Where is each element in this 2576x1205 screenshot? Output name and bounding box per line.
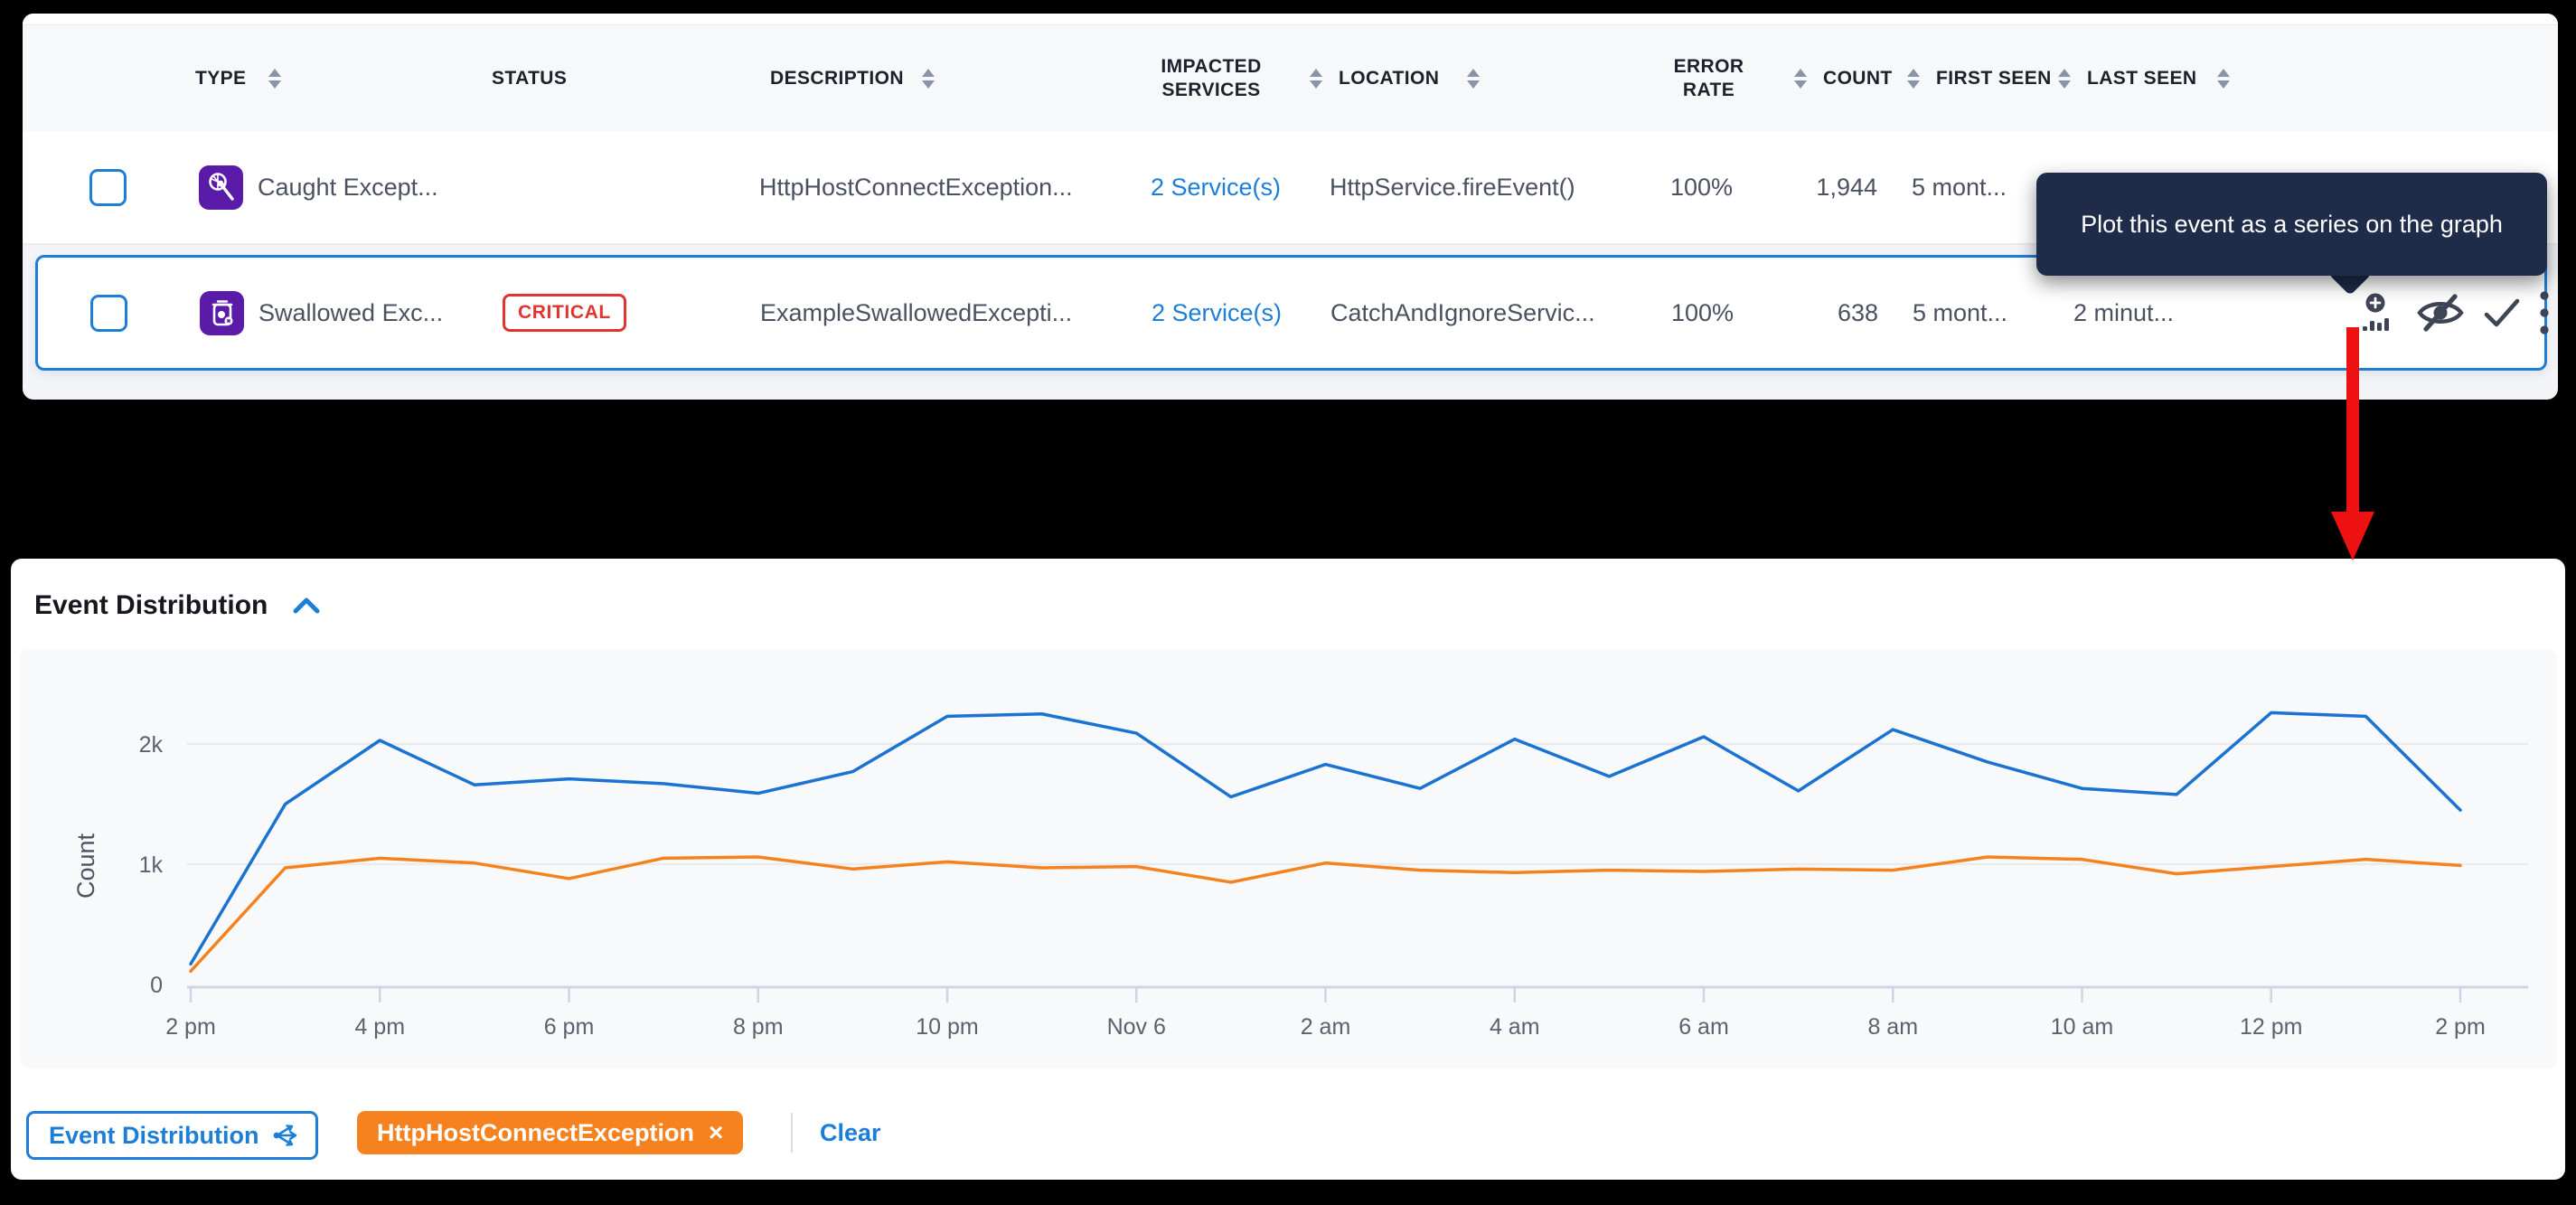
svg-text:2k: 2k (139, 732, 164, 758)
red-annotation-arrow (2346, 327, 2359, 513)
column-header-type[interactable]: TYPE (195, 25, 246, 132)
series-branch-icon (272, 1122, 299, 1149)
event-type-label: Swallowed Exc... (259, 258, 443, 368)
chart-title-row: Event Distribution (34, 584, 322, 627)
sort-icon[interactable] (268, 25, 281, 132)
column-header-location[interactable]: LOCATION (1339, 25, 1439, 132)
series-chip-event-distribution[interactable]: Event Distribution (26, 1111, 318, 1160)
count-value: 1,944 (1776, 131, 1877, 243)
svg-text:8 am: 8 am (1867, 1014, 1918, 1040)
svg-text:4 am: 4 am (1490, 1014, 1540, 1040)
column-header-status[interactable]: STATUS (492, 25, 567, 132)
event-description: ExampleSwallowedExcepti... (760, 258, 1072, 368)
svg-text:2 pm: 2 pm (2435, 1014, 2486, 1040)
event-type-label: Caught Except... (258, 131, 438, 243)
svg-text:2 pm: 2 pm (165, 1014, 216, 1040)
red-annotation-arrow-head (2331, 512, 2374, 560)
svg-text:10 pm: 10 pm (916, 1014, 978, 1040)
panel-top-strip (23, 14, 2558, 24)
chart-plot-area: 2 pm 4 pm 6 pm 8 pm 10 pm Nov 6 2 am 4 am 6 am 8 … (20, 649, 2557, 1068)
sort-icon[interactable] (922, 25, 935, 132)
column-header-count[interactable]: COUNT (1823, 25, 1893, 132)
svg-text:Count: Count (72, 833, 99, 899)
svg-text:Nov 6: Nov 6 (1107, 1014, 1166, 1040)
caught-exception-icon (199, 131, 243, 243)
collapse-chevron-up-icon[interactable] (291, 595, 322, 617)
filter-chip-label: HttpHostConnectException (377, 1119, 694, 1147)
row-checkbox[interactable] (90, 258, 127, 368)
sort-icon[interactable] (1907, 25, 1920, 132)
event-description: HttpHostConnectException... (759, 131, 1073, 243)
error-rate-value: 100% (1641, 258, 1763, 368)
impacted-services-link[interactable]: 2 Service(s) (1151, 131, 1281, 243)
svg-text:6 am: 6 am (1678, 1014, 1729, 1040)
swallowed-exception-icon (200, 258, 244, 368)
svg-text:2 am: 2 am (1301, 1014, 1351, 1040)
critical-status-badge: CRITICAL (503, 258, 626, 368)
column-header-impacted-services[interactable]: IMPACTED SERVICES (1143, 25, 1279, 132)
table-header-row: TYPE STATUS DESCRIPTION IMPACTED SERVICE… (23, 24, 2558, 132)
plot-event-tooltip: Plot this event as a series on the graph (2036, 173, 2547, 276)
svg-text:12 pm: 12 pm (2240, 1014, 2302, 1040)
error-rate-value: 100% (1641, 131, 1763, 243)
event-distribution-chart: 2 pm 4 pm 6 pm 8 pm 10 pm Nov 6 2 am 4 am 6 am 8 … (20, 649, 2557, 1068)
divider (791, 1113, 793, 1153)
sort-icon[interactable] (1794, 25, 1807, 132)
first-seen-value: 5 mont... (1913, 258, 2007, 368)
sort-icon[interactable] (2217, 25, 2230, 132)
row-checkbox[interactable] (89, 131, 127, 243)
svg-text:6 pm: 6 pm (544, 1014, 595, 1040)
column-header-error-rate[interactable]: ERROR RATE (1648, 25, 1770, 132)
chart-title: Event Distribution (34, 590, 268, 621)
chip-close-icon[interactable]: × (709, 1118, 723, 1147)
svg-text:0: 0 (150, 973, 163, 998)
count-value: 638 (1777, 258, 1878, 368)
column-header-last-seen[interactable]: LAST SEEN (2087, 25, 2196, 132)
tooltip-text: Plot this event as a series on the graph (2081, 211, 2503, 239)
svg-text:8 pm: 8 pm (733, 1014, 784, 1040)
clear-series-link[interactable]: Clear (820, 1111, 881, 1154)
sort-icon[interactable] (2058, 25, 2071, 132)
svg-text:10 am: 10 am (2051, 1014, 2113, 1040)
event-location: HttpService.fireEvent() (1330, 131, 1575, 243)
sort-icon[interactable] (1310, 25, 1322, 132)
event-location: CatchAndIgnoreServic... (1330, 258, 1595, 368)
column-header-first-seen[interactable]: FIRST SEEN (1936, 25, 2052, 132)
impacted-services-link[interactable]: 2 Service(s) (1152, 258, 1282, 368)
svg-text:4 pm: 4 pm (354, 1014, 405, 1040)
column-header-description[interactable]: DESCRIPTION (770, 25, 904, 132)
filter-chip-httphostconnectexception[interactable]: HttpHostConnectException × (357, 1111, 743, 1154)
sort-icon[interactable] (1467, 25, 1480, 132)
first-seen-value: 5 mont... (1912, 131, 2007, 243)
event-distribution-panel: Event Distribution 2 pm 4 pm 6 pm 8 pm 10 pm… (11, 559, 2565, 1180)
series-chip-label: Event Distribution (49, 1122, 259, 1150)
svg-text:1k: 1k (139, 852, 164, 878)
